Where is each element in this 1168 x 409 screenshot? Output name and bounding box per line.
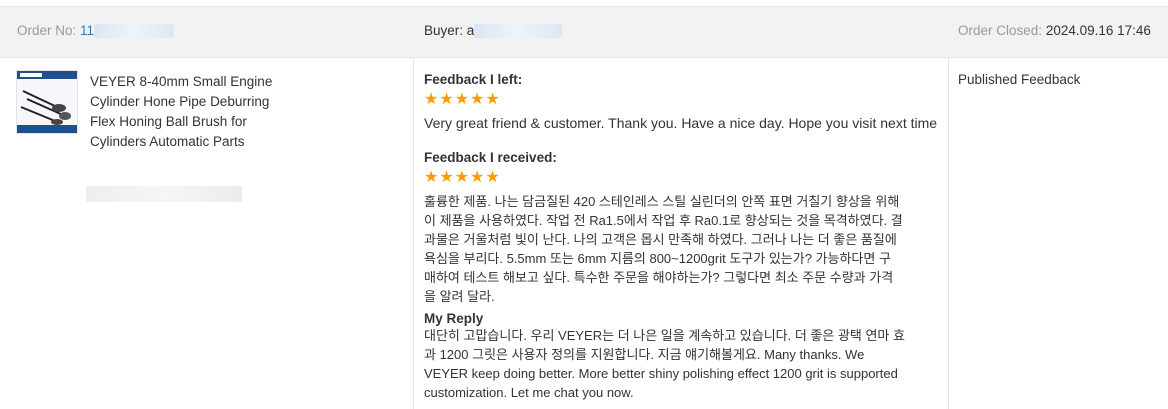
product-image (17, 71, 77, 133)
feedback-received-label: Feedback I received: (424, 150, 557, 165)
order-number: Order No: 11 (17, 23, 175, 39)
buyer-redacted (474, 24, 563, 39)
text-line: 과물은 거울처럼 빛이 난다. 나의 고객은 몹시 만족해 하였다. 그러나 나… (424, 232, 897, 247)
column-divider (413, 57, 414, 409)
feedback-received: Feedback I received: ★★★★★ 훌륭한 제품. 나는 담금… (424, 150, 944, 306)
buyer-info: Buyer: a (424, 23, 563, 39)
buyer-label: Buyer: (424, 23, 464, 38)
order-no-redacted (94, 24, 175, 39)
closed-label: Order Closed: (958, 23, 1043, 38)
product-title[interactable]: VEYER 8-40mm Small Engine Cylinder Hone … (90, 72, 280, 152)
product-thumbnail[interactable] (16, 70, 78, 134)
text-line: 이 제품을 사용하였다. 작업 전 Ra1.5에서 작업 후 Ra0.1로 향상… (424, 213, 903, 228)
feedback-left-label: Feedback I left: (424, 72, 523, 87)
closed-date: 2024.09.16 17:46 (1045, 23, 1151, 38)
my-reply-label: My Reply (424, 311, 484, 326)
my-reply: My Reply 대단히 고맙습니다. 우리 VEYER는 더 나은 일을 계속… (424, 311, 944, 402)
text-line: 과 1200 그릿은 사용자 정의를 지원합니다. 지금 얘기해볼게요. Man… (424, 347, 865, 362)
text-line: 욕심을 부리다. 5.5mm 또는 6mm 지름의 800~1200grit 도… (424, 251, 891, 266)
text-line: 훌륭한 제품. 나는 담금질된 420 스테인레스 스틸 실린더의 안쪽 표면 … (424, 194, 900, 209)
text-line: customization. Let me chat you now. (424, 385, 634, 400)
text-line: VEYER keep doing better. More better shi… (424, 366, 898, 381)
order-no-value[interactable]: 11 (80, 23, 94, 38)
order-header: Order No: 11 Buyer: a Order Closed: 2024… (0, 6, 1168, 58)
column-divider (948, 57, 949, 409)
order-closed: Order Closed: 2024.09.16 17:46 (958, 23, 1151, 38)
buyer-value[interactable]: a (467, 23, 475, 38)
order-no-label: Order No: (17, 23, 77, 38)
feedback-left-text: Very great friend & customer. Thank you.… (424, 115, 938, 131)
feedback-left: Feedback I left: ★★★★★ Very great friend… (424, 72, 944, 131)
text-line: 을 알려 달라. (424, 289, 495, 304)
text-line: 매하여 테스트 해보고 싶다. 특수한 주문을 해야하는가? 그렇다면 최소 주… (424, 270, 894, 285)
star-rating-left: ★★★★★ (424, 91, 501, 108)
my-reply-text: 대단히 고맙습니다. 우리 VEYER는 더 나은 일을 계속하고 있습니다. … (424, 326, 944, 402)
sku-redacted (86, 186, 242, 202)
text-line: 대단히 고맙습니다. 우리 VEYER는 더 나은 일을 계속하고 있습니다. … (424, 328, 905, 343)
feedback-status: Published Feedback (958, 72, 1081, 87)
star-rating-received: ★★★★★ (424, 169, 501, 186)
feedback-received-text: 훌륭한 제품. 나는 담금질된 420 스테인레스 스틸 실린더의 안쪽 표면 … (424, 192, 944, 306)
